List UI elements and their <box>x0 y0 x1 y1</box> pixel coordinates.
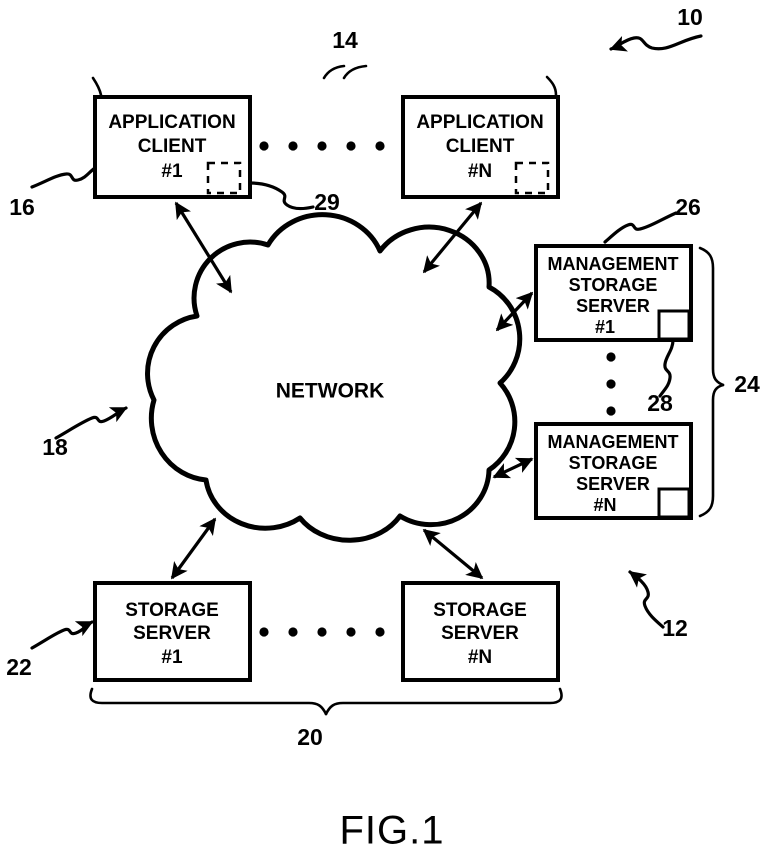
storage-server-n-label-line2: SERVER <box>441 623 519 644</box>
reference-14-label: 14 <box>332 27 358 53</box>
application-client-1-label-line2: CLIENT <box>138 136 207 157</box>
storage-server-n-label-line3: #N <box>468 647 492 668</box>
cloud-shape <box>145 212 523 543</box>
reference-16-label: 16 <box>9 194 35 220</box>
management-storage-server-1-node[interactable]: MANAGEMENT STORAGE SERVER #1 <box>534 244 693 342</box>
application-client-n-label-line2: CLIENT <box>446 136 515 157</box>
storage-server-n-node[interactable]: STORAGE SERVER #N <box>401 581 560 682</box>
reference-24-bracket: 24 <box>698 246 760 518</box>
reference-22: 22 <box>6 620 94 680</box>
management-storage-server-1-label-line4: #1 <box>595 317 615 337</box>
management-storage-server-n-label-line2: STORAGE <box>569 453 658 473</box>
management-storage-server-n-label-line1: MANAGEMENT <box>548 432 679 452</box>
reference-16: 16 <box>9 166 97 220</box>
reference-18: 18 <box>42 406 128 460</box>
management-storage-server-1-label-line1: MANAGEMENT <box>548 254 679 274</box>
storage-server-ellipsis <box>259 627 385 637</box>
reference-26: 26 <box>603 194 701 244</box>
reference-14-bracket: 14 <box>91 27 558 97</box>
management-storage-server-1-label-line3: SERVER <box>576 296 650 316</box>
storage-server-n-label-line1: STORAGE <box>433 600 527 621</box>
connection-network-storageserver1 <box>170 517 217 580</box>
reference-20-label: 20 <box>297 724 323 750</box>
reference-20-bracket: 20 <box>89 687 563 750</box>
storage-server-1-label-line2: SERVER <box>133 623 211 644</box>
patent-figure-page: NETWORK APPLICATION CLIENT #1 APPLICATIO… <box>0 0 767 867</box>
reference-28-label: 28 <box>647 390 673 416</box>
connection-network-storageservern <box>422 528 484 580</box>
reference-26-label: 26 <box>675 194 701 220</box>
reference-18-label: 18 <box>42 434 68 460</box>
mgmt-agent-n-icon <box>657 487 691 519</box>
management-storage-server-ellipsis <box>606 352 616 416</box>
network-label: NETWORK <box>276 380 385 403</box>
reference-12-label: 12 <box>662 615 688 641</box>
reference-28: 28 <box>647 338 675 416</box>
management-storage-server-1-label-line2: STORAGE <box>569 275 658 295</box>
application-client-1-label-line1: APPLICATION <box>108 112 235 133</box>
reference-12: 12 <box>628 570 688 641</box>
management-storage-server-n-label-line4: #N <box>593 495 616 515</box>
reference-24-label: 24 <box>734 371 760 397</box>
reference-29: 29 <box>248 181 340 215</box>
application-client-n-label-line1: APPLICATION <box>416 112 543 133</box>
reference-10-label: 10 <box>677 4 703 30</box>
application-client-n-node[interactable]: APPLICATION CLIENT #N <box>401 95 560 199</box>
application-client-1-node[interactable]: APPLICATION CLIENT #1 <box>93 95 252 199</box>
reference-10: 10 <box>609 4 703 52</box>
application-client-1-label-line3: #1 <box>161 161 183 182</box>
storage-server-1-label-line1: STORAGE <box>125 600 219 621</box>
management-storage-server-n-label-line3: SERVER <box>576 474 650 494</box>
reference-22-label: 22 <box>6 654 32 680</box>
figure-1-diagram: NETWORK APPLICATION CLIENT #1 APPLICATIO… <box>6 4 760 853</box>
reference-29-label: 29 <box>314 189 340 215</box>
network-cloud-node: NETWORK <box>145 212 523 543</box>
management-storage-server-n-node[interactable]: MANAGEMENT STORAGE SERVER #N <box>534 422 693 520</box>
mgmt-agent-1-icon <box>657 309 691 341</box>
storage-server-1-label-line3: #1 <box>161 647 183 668</box>
application-client-n-label-line3: #N <box>468 161 492 182</box>
application-client-ellipsis <box>259 141 385 151</box>
figure-caption: FIG.1 <box>339 809 444 853</box>
storage-server-1-node[interactable]: STORAGE SERVER #1 <box>93 581 252 682</box>
